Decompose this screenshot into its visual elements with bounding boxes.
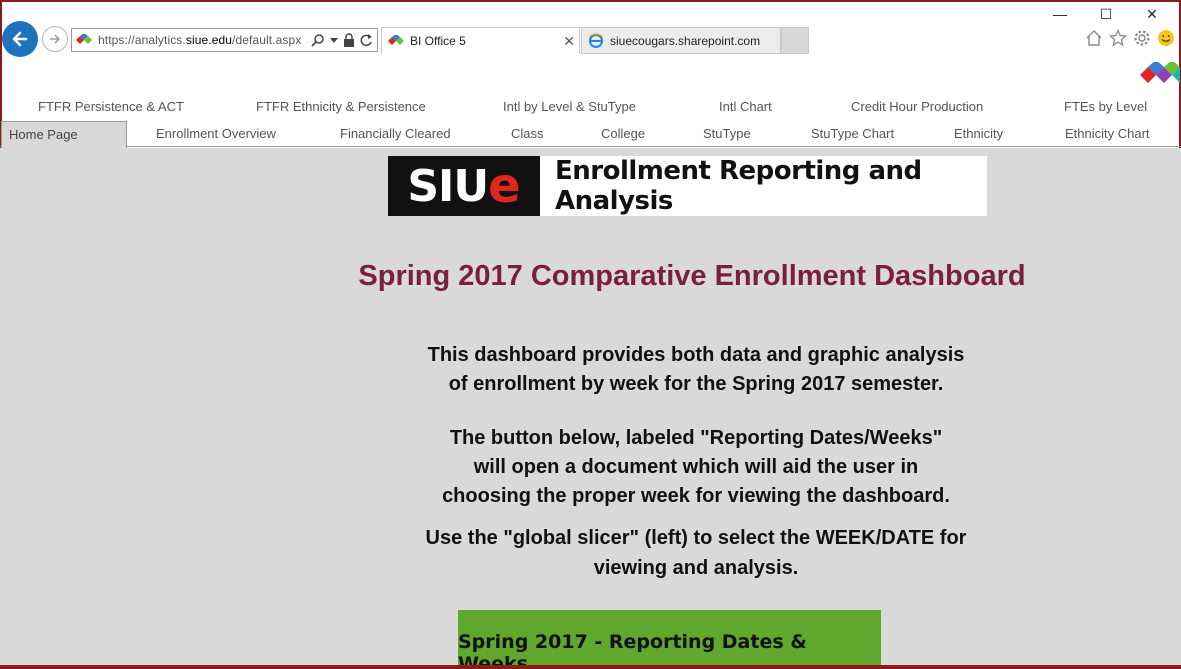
window-frame-bottom — [0, 665, 1181, 669]
ie-icon — [588, 32, 604, 48]
arrow-right-icon — [50, 34, 61, 44]
report-tabs-row1: FTFR Persistence & ACT FTFR Ethnicity & … — [0, 99, 1181, 119]
tab-ethnicity-chart[interactable]: Ethnicity Chart — [1065, 126, 1150, 141]
intro-line-2: of enrollment by week for the Spring 201… — [448, 373, 944, 395]
toolbar-icons — [1085, 29, 1175, 47]
tab-ftfr-persistence-act[interactable]: FTFR Persistence & ACT — [38, 99, 184, 114]
logo-e-text: e — [488, 158, 521, 214]
siue-logo: SIU e — [388, 156, 540, 216]
forward-button[interactable] — [42, 26, 68, 52]
url-text: https://analytics.siue.edu/default.aspx — [98, 33, 301, 47]
address-bar[interactable]: https://analytics.siue.edu/default.aspx — [71, 28, 378, 52]
window-frame-top — [0, 0, 1181, 2]
tab-stutype-chart[interactable]: StuType Chart — [811, 126, 894, 141]
site-favicon-icon — [76, 34, 92, 44]
tab-enrollment-overview[interactable]: Enrollment Overview — [156, 126, 276, 141]
url-path: /default.aspx — [232, 33, 302, 47]
dashboard-canvas: SIU e Enrollment Reporting and Analysis S… — [0, 148, 1181, 669]
tab-intl-by-level[interactable]: Intl by Level & StuType — [503, 99, 636, 114]
arrow-left-icon — [12, 31, 28, 47]
refresh-icon[interactable] — [360, 33, 373, 47]
gear-icon[interactable] — [1133, 29, 1151, 47]
tab-financially-cleared[interactable]: Financially Cleared — [340, 126, 451, 141]
smiley-feedback-icon[interactable] — [1157, 29, 1175, 47]
tab-college[interactable]: College — [601, 126, 645, 141]
star-icon[interactable] — [1109, 29, 1127, 47]
slicer-info-paragraph: Use the "global slicer" (left) to select… — [346, 523, 1046, 583]
address-bar-icons — [311, 33, 373, 47]
tab-stutype[interactable]: StuType — [703, 126, 751, 141]
back-button[interactable] — [2, 21, 38, 57]
tab-class[interactable]: Class — [511, 126, 544, 141]
dropdown-arrow-icon[interactable] — [330, 33, 338, 47]
tab-title: siuecougars.sharepoint.com — [610, 33, 761, 48]
new-tab-button[interactable] — [781, 27, 809, 54]
browser-tab-inactive[interactable]: siuecougars.sharepoint.com — [581, 27, 781, 54]
intro-line-1: This dashboard provides both data and gr… — [427, 344, 965, 366]
tab-ftfr-ethnicity-persistence[interactable]: FTFR Ethnicity & Persistence — [256, 99, 426, 114]
tab-ftes-by-level[interactable]: FTEs by Level — [1064, 99, 1147, 114]
banner-title: Enrollment Reporting and Analysis — [555, 156, 922, 216]
browser-tab-active[interactable]: BI Office 5 ✕ — [381, 27, 580, 54]
url-prefix: https://analytics. — [98, 33, 186, 47]
tab-title: BI Office 5 — [410, 34, 466, 48]
siue-banner: SIU e Enrollment Reporting and Analysis — [388, 156, 987, 216]
minimize-button[interactable]: — — [1037, 6, 1083, 23]
tab-intl-chart[interactable]: Intl Chart — [719, 99, 772, 114]
button-info-line-1: The button below, labeled "Reporting Dat… — [449, 427, 943, 449]
tab-favicon-icon — [388, 35, 404, 45]
maximize-button[interactable]: ☐ — [1083, 6, 1129, 23]
logo-siu-text: SIU — [407, 160, 489, 212]
url-domain: siue.edu — [185, 33, 233, 47]
report-tabs-row2: Home Page Enrollment Overview Financiall… — [0, 121, 1181, 148]
button-info-line-2: will open a document which will aid the … — [473, 456, 919, 478]
bi-office-logo-icon — [1140, 62, 1180, 83]
close-tab-icon[interactable]: ✕ — [563, 33, 575, 50]
button-info-line-3: choosing the proper week for viewing the… — [442, 485, 950, 507]
close-window-button[interactable]: ✕ — [1129, 6, 1175, 23]
tab-ethnicity[interactable]: Ethnicity — [954, 126, 1003, 141]
dashboard-title: Spring 2017 Comparative Enrollment Dashb… — [358, 260, 1026, 292]
search-icon[interactable] — [311, 33, 325, 47]
reporting-dates-button[interactable]: Spring 2017 - Reporting Dates & Weeks — [458, 610, 881, 669]
slicer-info-line-1: Use the "global slicer" (left) to select… — [425, 527, 967, 549]
window-controls: — ☐ ✕ — [1037, 6, 1175, 23]
tab-home-page[interactable]: Home Page — [1, 121, 127, 148]
intro-paragraph: This dashboard provides both data and gr… — [346, 341, 1046, 399]
home-icon[interactable] — [1085, 29, 1103, 47]
tab-credit-hour-production[interactable]: Credit Hour Production — [851, 99, 983, 114]
button-info-paragraph: The button below, labeled "Reporting Dat… — [346, 424, 1046, 511]
lock-icon[interactable] — [343, 33, 355, 47]
slicer-info-line-2: viewing and analysis. — [593, 557, 799, 579]
